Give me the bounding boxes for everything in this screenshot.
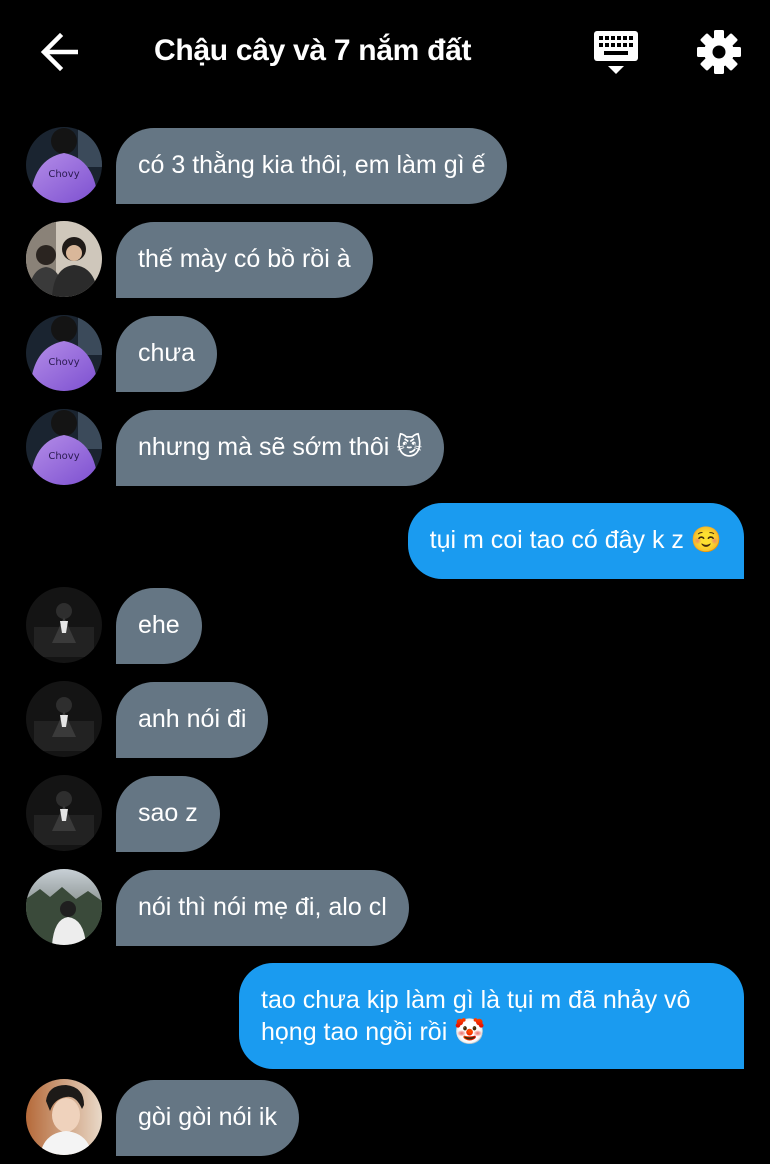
dark-figure-avatar[interactable]: [26, 681, 102, 757]
message-bubble-incoming[interactable]: anh nói đi: [116, 682, 269, 758]
chovy-purple-avatar[interactable]: Chovy: [26, 409, 102, 485]
outdoor-person-avatar[interactable]: [26, 869, 102, 945]
chovy-purple-avatar[interactable]: Chovy: [26, 127, 102, 203]
svg-text:Chovy: Chovy: [48, 169, 79, 180]
message-bubble-incoming[interactable]: sao z: [116, 776, 220, 852]
message-bubble-outgoing[interactable]: tụi m coi tao có đây k z ☺️: [407, 503, 744, 579]
svg-text:Chovy: Chovy: [48, 357, 79, 368]
back-button[interactable]: [38, 32, 82, 72]
message-bubble-incoming[interactable]: thế mày có bồ rồi à: [116, 222, 373, 298]
svg-text:Chovy: Chovy: [48, 451, 79, 462]
keyboard-icon: [594, 31, 638, 74]
keyboard-button[interactable]: [590, 28, 642, 78]
settings-button[interactable]: [694, 27, 744, 77]
chovy-purple-avatar[interactable]: Chovy: [26, 315, 102, 391]
two-people-avatar[interactable]: [26, 221, 102, 297]
dark-figure-avatar[interactable]: [26, 775, 102, 851]
message-bubble-incoming[interactable]: chưa: [116, 316, 218, 392]
message-bubble-incoming[interactable]: ehe: [116, 588, 202, 664]
page-title: Chậu cây và 7 nắm đất: [154, 34, 472, 67]
message-bubble-incoming[interactable]: nhưng mà sẽ sớm thôi 😼: [116, 410, 445, 486]
dark-figure-avatar[interactable]: [26, 587, 102, 663]
message-bubble-incoming[interactable]: gòi gòi nói ik: [116, 1080, 299, 1156]
message-bubble-incoming[interactable]: nói thì nói mẹ đi, alo cl: [116, 870, 409, 946]
chat-header: Chậu cây và 7 nắm đất: [0, 0, 770, 104]
message-bubble-incoming[interactable]: có 3 thằng kia thôi, em làm gì ế: [116, 128, 508, 204]
gear-icon: [697, 30, 741, 74]
arrow-left-icon: [40, 32, 78, 72]
message-bubble-outgoing[interactable]: tao chưa kịp làm gì là tụi m đã nhảy vô …: [239, 963, 744, 1069]
young-man-avatar[interactable]: [26, 1079, 102, 1155]
